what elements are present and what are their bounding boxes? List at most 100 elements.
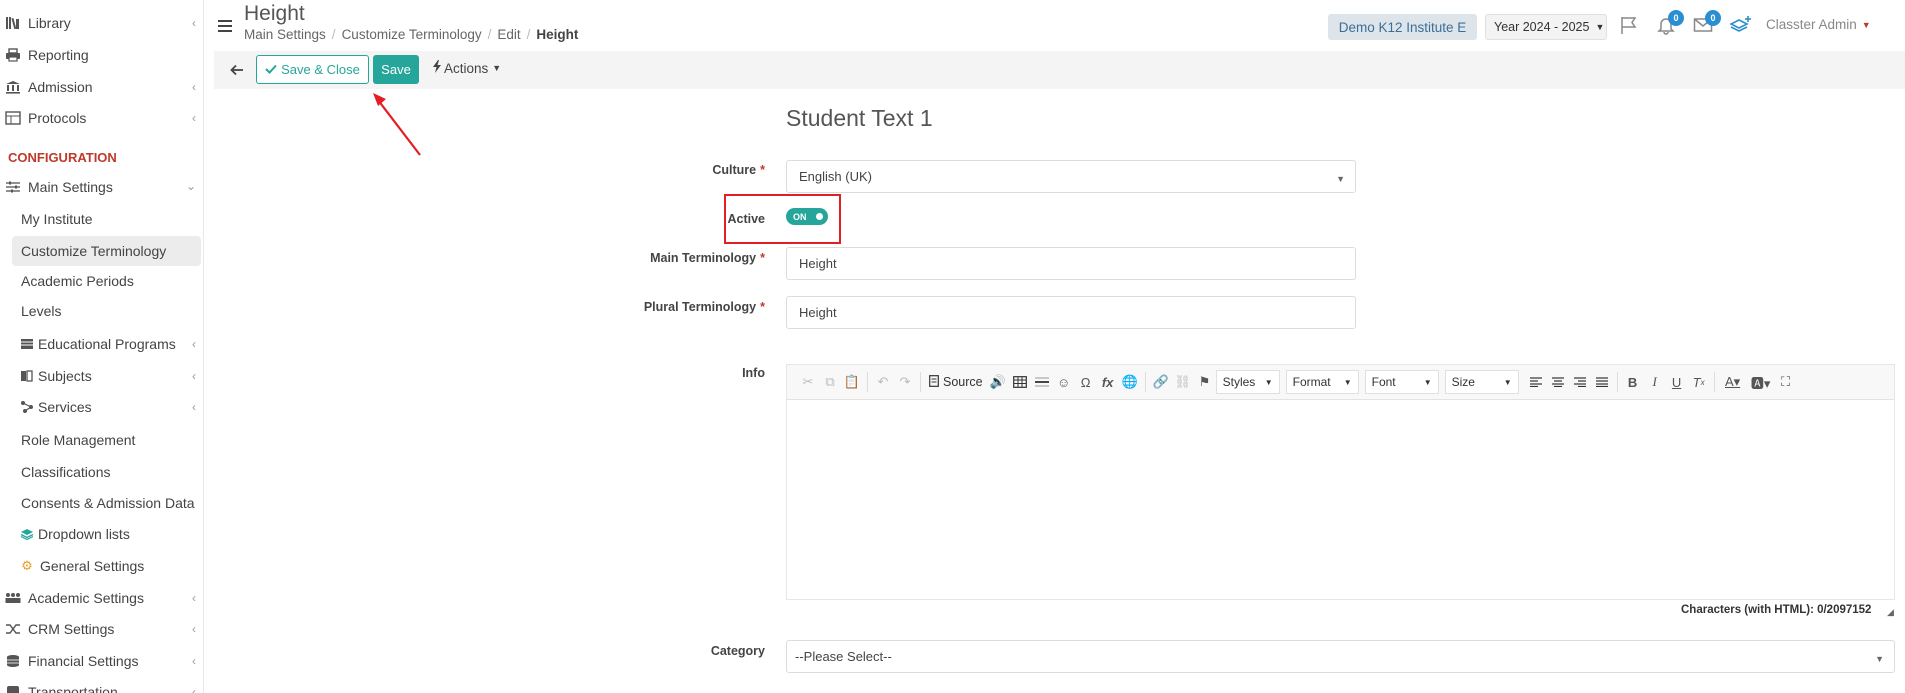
sidebar-item-my-institute[interactable]: My Institute [0,204,203,234]
sidebar-item-protocols[interactable]: Protocols ‹ [0,103,203,133]
actions-label: Actions [444,60,489,76]
redo-icon[interactable]: ↷ [894,371,916,393]
user-name: Classter Admin [1766,17,1857,32]
maximize-icon[interactable]: ⛶ [1775,371,1797,393]
page-title: Height [244,2,305,25]
info-editor: ✂ ⧉ 📋 ↶ ↷ Source 🔊 ☺ Ω fx 🌐 🔗 ⛓ ⚑ Styles… [786,364,1895,600]
bus-icon [4,684,22,693]
bank-icon [4,79,22,95]
user-menu[interactable]: Classter Admin ▼ [1766,17,1871,32]
envelope-icon[interactable]: 0 [1691,10,1721,36]
plural-terminology-input[interactable]: Height [786,296,1356,329]
sidebar-item-reporting[interactable]: Reporting [0,40,203,70]
back-arrow-icon[interactable] [226,58,248,82]
sidebar-item-consents-admission-data[interactable]: Consents & Admission Data [0,488,203,518]
breadcrumb-customize-terminology[interactable]: Customize Terminology [342,27,482,42]
sidebar-item-services[interactable]: Services ‹ [0,392,203,422]
source-button[interactable]: Source [925,374,987,390]
caret-down-icon: ▼ [1595,22,1605,32]
sidebar-section-configuration: CONFIGURATION [8,150,117,165]
chevron-left-icon: ‹ [192,369,196,383]
sidebar-item-label: Admission [28,79,93,95]
styles-combo[interactable]: Styles ▼ [1215,370,1280,394]
sidebar-item-financial-settings[interactable]: Financial Settings ‹ [0,646,203,676]
sidebar-item-crm-settings[interactable]: CRM Settings ‹ [0,614,203,644]
underline-icon[interactable]: U [1666,371,1688,393]
sidebar-item-main-settings[interactable]: Main Settings ⌄ [0,172,203,202]
sidebar-item-dropdown-lists[interactable]: Dropdown lists [0,519,203,549]
hamburger-menu-icon[interactable] [218,20,232,32]
size-combo[interactable]: Size ▼ [1444,370,1519,394]
bg-color-icon[interactable]: 🅰▾ [1747,371,1775,393]
sidebar-item-transportation[interactable]: Transportation ‹ [0,677,203,693]
italic-icon[interactable]: I [1644,371,1666,393]
bold-icon[interactable]: B [1622,371,1644,393]
sidebar-item-academic-settings[interactable]: Academic Settings ‹ [0,583,203,613]
sidebar-item-levels[interactable]: Levels [0,296,203,326]
paste-icon[interactable]: 📋 [841,371,863,393]
link-icon[interactable]: 🔗 [1150,371,1172,393]
active-label: Active [727,212,765,226]
users-icon [4,590,22,606]
bell-icon[interactable]: 0 [1654,10,1684,36]
undo-icon[interactable]: ↶ [872,371,894,393]
formula-icon[interactable]: fx [1097,371,1119,393]
sidebar-item-classifications[interactable]: Classifications [0,457,203,487]
year-select[interactable]: Year 2024 - 2025 ▼ [1485,14,1607,40]
sidebar-item-admission[interactable]: Admission ‹ [0,72,203,102]
text-color-icon[interactable]: A▾ [1719,371,1747,393]
sidebar-item-label: Role Management [21,432,136,448]
align-justify-icon[interactable] [1591,371,1613,393]
copy-icon[interactable]: ⧉ [819,371,841,393]
breadcrumb-main-settings[interactable]: Main Settings [244,27,326,42]
chevron-left-icon: ‹ [192,80,196,94]
smiley-icon[interactable]: ☺ [1053,371,1075,393]
toolbar-separator [867,372,868,392]
align-right-icon[interactable] [1569,371,1591,393]
font-combo[interactable]: Font ▼ [1364,370,1439,394]
breadcrumb-edit[interactable]: Edit [497,27,520,42]
institute-button[interactable]: Demo K12 Institute E [1328,14,1477,40]
align-left-icon[interactable] [1525,371,1547,393]
top-header: Height Main Settings / Customize Termino… [204,0,1905,48]
library-icon [4,15,22,31]
globe-icon[interactable]: 🌐 [1119,371,1141,393]
sidebar-item-customize-terminology[interactable]: Customize Terminology [12,236,201,266]
clear-format-icon[interactable]: Tx [1688,371,1710,393]
save-close-button[interactable]: Save & Close [256,55,369,84]
sidebar-item-label: Library [28,15,71,31]
chevron-left-icon: ‹ [192,622,196,636]
sidebar-item-academic-periods[interactable]: Academic Periods [0,266,203,296]
sidebar-item-label: CRM Settings [28,621,115,637]
category-select[interactable]: --Please Select-- ▼ [786,640,1895,673]
sidebar-item-label: My Institute [21,211,93,227]
main-terminology-input[interactable]: Height [786,247,1356,280]
active-toggle[interactable]: ON [786,208,828,225]
cut-icon[interactable]: ✂ [797,371,819,393]
align-center-icon[interactable] [1547,371,1569,393]
save-close-label: Save & Close [281,62,360,77]
table-icon[interactable] [1009,371,1031,393]
omega-icon[interactable]: Ω [1075,371,1097,393]
sidebar-item-general-settings[interactable]: ⚙ General Settings [0,551,203,581]
layers-plus-icon[interactable] [1729,14,1753,36]
layers-icon [18,526,36,542]
culture-select[interactable]: English (UK) ▼ [786,160,1356,193]
sidebar-item-subjects[interactable]: Subjects ‹ [0,361,203,391]
resize-handle-icon[interactable]: ◢ [1887,607,1894,618]
sidebar-item-library[interactable]: Library ‹ [0,8,203,38]
unlink-icon[interactable]: ⛓ [1172,371,1194,393]
sidebar-item-role-management[interactable]: Role Management [0,425,203,455]
sidebar-item-educational-programs[interactable]: Educational Programs ‹ [0,329,203,359]
flag-icon[interactable] [1617,14,1641,36]
audio-icon[interactable]: 🔊 [987,371,1009,393]
actions-dropdown[interactable]: Actions ▼ [433,60,501,76]
format-combo[interactable]: Format ▼ [1285,370,1359,394]
save-button[interactable]: Save [373,55,419,84]
horizontal-line-icon[interactable] [1031,371,1053,393]
caret-down-icon: ▼ [1336,174,1345,184]
toggle-knob [816,213,823,220]
anchor-flag-icon[interactable]: ⚑ [1194,371,1216,393]
toggle-state: ON [793,211,807,222]
breadcrumb-current: Height [536,27,579,42]
